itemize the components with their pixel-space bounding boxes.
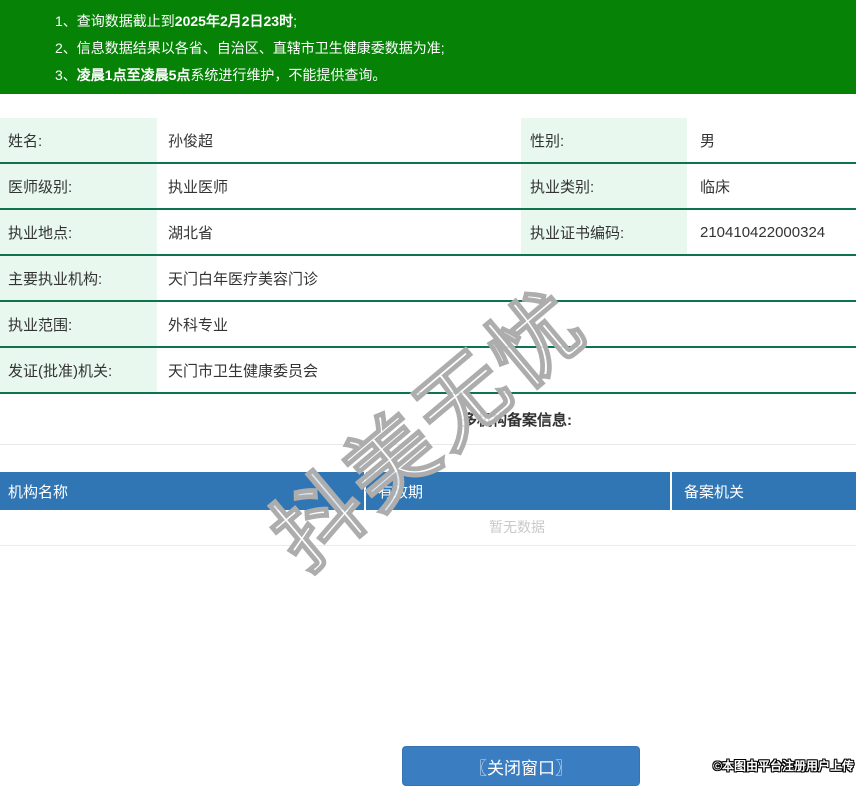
table-row: 主要执业机构: 天门白年医疗美容门诊 [0, 256, 856, 302]
field-label-issuing-authority: 发证(批准)机关: [0, 348, 157, 392]
field-value-name: 孙俊超 [168, 132, 214, 150]
field-value-practice-scope: 外科专业 [168, 316, 229, 334]
table-row: 执业范围: 外科专业 [0, 302, 856, 348]
column-header-filing-authority: 备案机关 [684, 483, 745, 501]
notice-text: 系统进行维护，不能提供查询。 [190, 67, 387, 83]
field-label-practice-location: 执业地点: [0, 210, 157, 254]
notice-text: 查询数据截止到 [76, 13, 175, 29]
column-header-institution-name: 机构名称 [0, 472, 366, 510]
notice-bold-text: 凌晨1点至凌晨5点 [76, 67, 191, 83]
field-label-name: 姓名: [0, 118, 157, 162]
notice-number: 3、 [55, 67, 77, 83]
no-data-text: 暂无数据 [489, 519, 545, 535]
field-value-gender: 男 [700, 132, 716, 150]
notice-text: ; [293, 13, 297, 29]
field-label-doctor-level: 医师级别: [0, 164, 157, 208]
field-label-main-institution: 主要执业机构: [0, 256, 157, 300]
notice-bold-text: 2025年2月2日23时 [174, 13, 294, 29]
field-value-practice-location: 湖北省 [168, 224, 214, 242]
field-label-practice-scope: 执业范围: [0, 302, 157, 346]
column-header-validity-period: 有效期 [366, 472, 672, 510]
table-row: 执业地点: 湖北省 执业证书编码: 210410422000324 [0, 210, 856, 256]
field-label-gender: 性别: [521, 118, 687, 162]
field-value-doctor-level: 执业医师 [168, 178, 229, 196]
field-label-practice-category: 执业类别: [521, 164, 687, 208]
upload-credit-text: ©本图由平台注册用户上传 [713, 759, 854, 773]
section-title-text: 多机构备案信息: [462, 411, 572, 429]
notice-line-3: 3、凌晨1点至凌晨5点系统进行维护，不能提供查询。 [0, 62, 856, 89]
multi-institution-section-title: 多机构备案信息: [0, 394, 856, 445]
notice-line-2: 2、信息数据结果以各省、自治区、直辖市卫生健康委数据为准; [0, 35, 856, 62]
notice-banner: 1、查询数据截止到2025年2月2日23时; 2、信息数据结果以各省、自治区、直… [0, 0, 856, 94]
field-label-certificate-number: 执业证书编码: [521, 210, 687, 254]
field-value-main-institution: 天门白年医疗美容门诊 [168, 270, 319, 288]
no-data-row: 暂无数据 [0, 510, 856, 546]
notice-number: 1、 [55, 13, 77, 29]
table-row: 医师级别: 执业医师 执业类别: 临床 [0, 164, 856, 210]
notice-number: 2、 [55, 40, 77, 56]
filing-table-header: 机构名称 有效期 备案机关 [0, 472, 856, 510]
field-value-issuing-authority: 天门市卫生健康委员会 [168, 362, 319, 380]
field-value-practice-category: 临床 [700, 178, 731, 196]
notice-text: 信息数据结果以各省、自治区、直辖市卫生健康委数据为准; [76, 40, 445, 56]
table-row: 发证(批准)机关: 天门市卫生健康委员会 [0, 348, 856, 394]
close-window-button[interactable]: 〖关闭窗口〗 [402, 746, 640, 786]
table-row: 姓名: 孙俊超 性别: 男 [0, 118, 856, 164]
doctor-info-table: 姓名: 孙俊超 性别: 男 医师级别: 执业医师 执业类别: 临床 执业地点: … [0, 118, 856, 394]
field-value-certificate-number: 210410422000324 [700, 223, 826, 241]
notice-line-1: 1、查询数据截止到2025年2月2日23时; [0, 8, 856, 35]
